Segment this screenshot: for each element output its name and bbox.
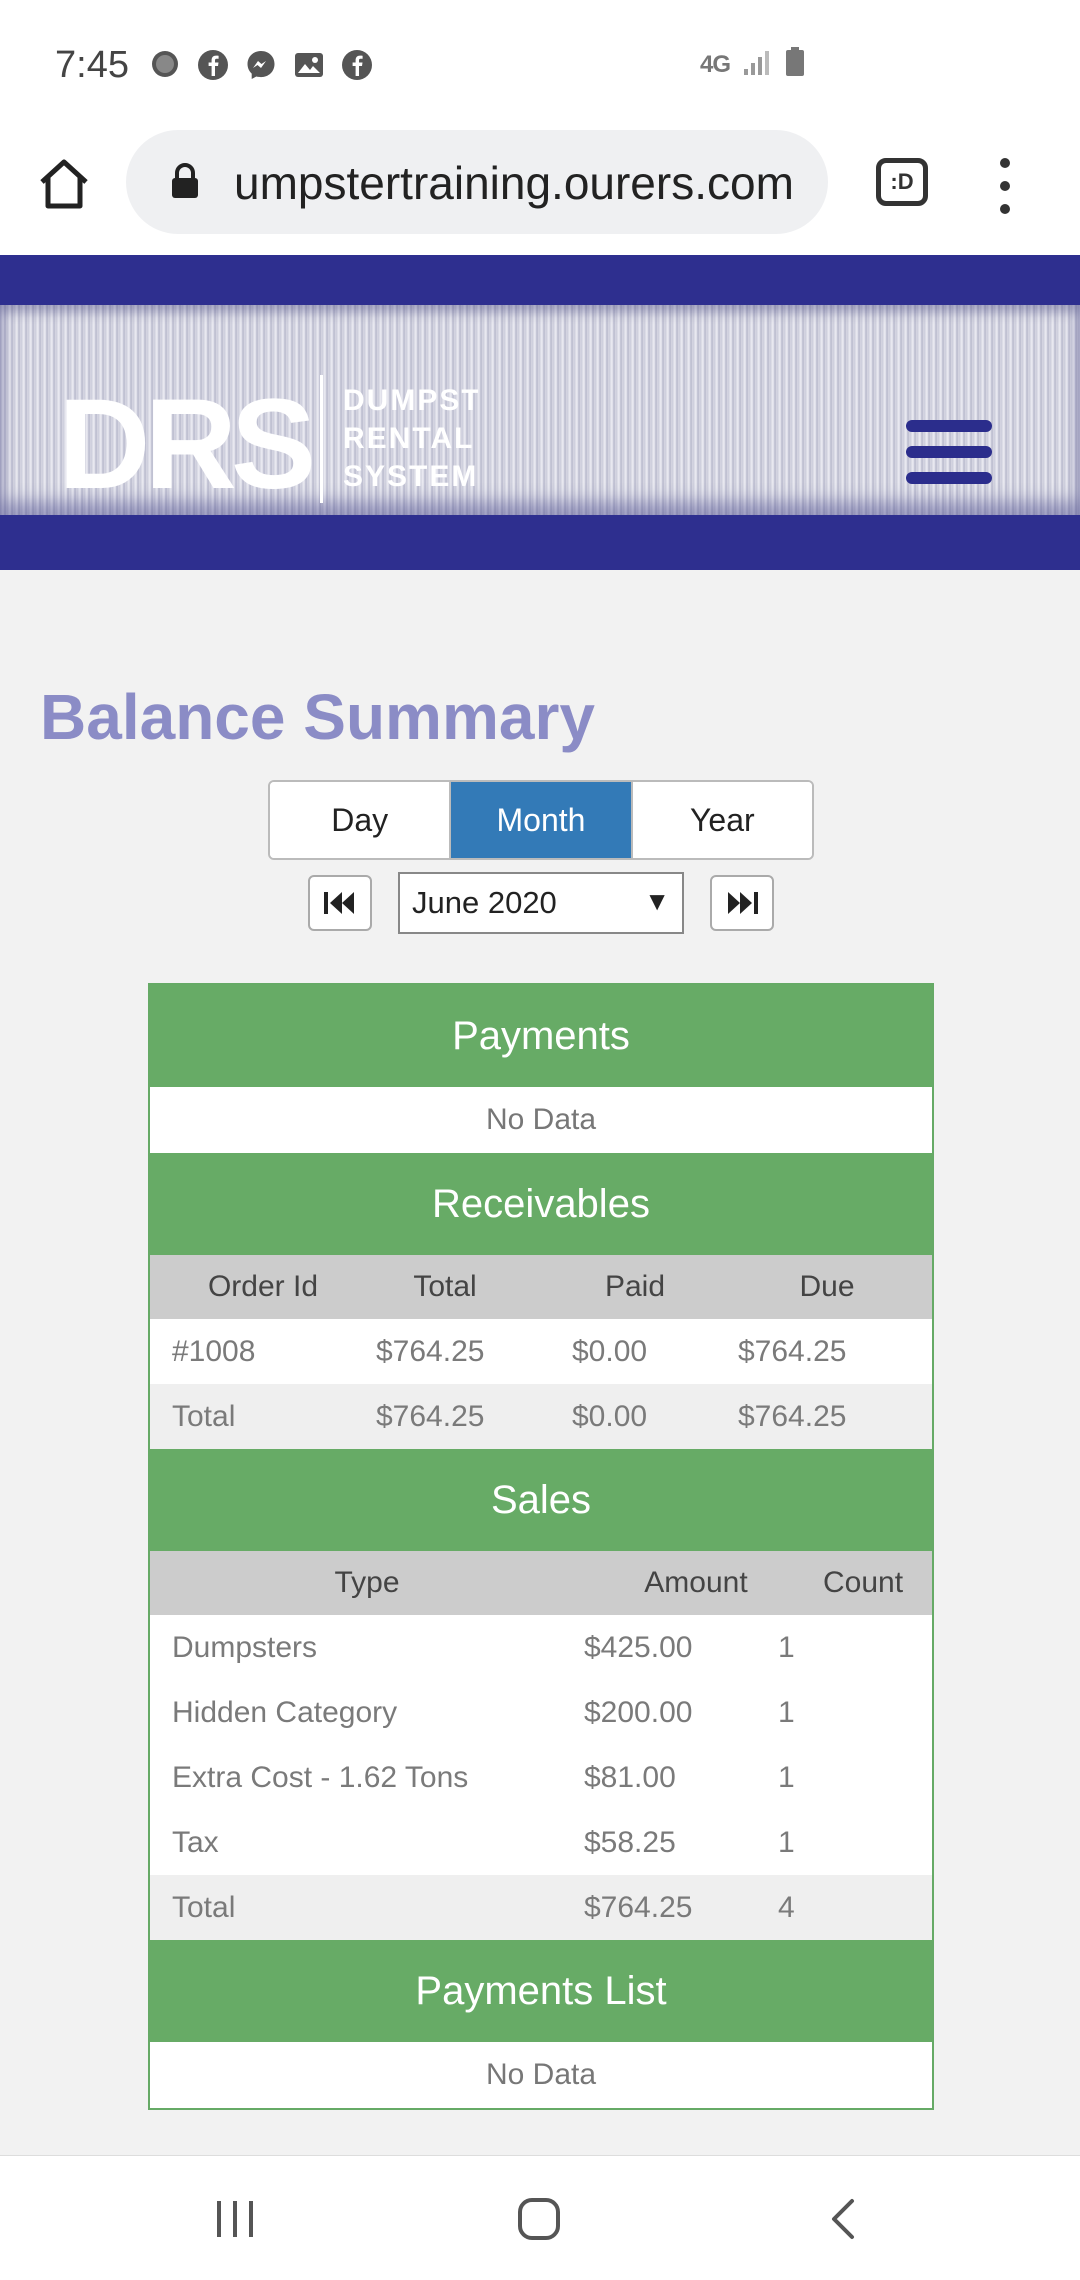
table-row: Tax $58.25 1 — [150, 1810, 932, 1875]
due-cell: $764.25 — [738, 1399, 847, 1433]
column-type: Type — [334, 1566, 400, 1599]
hamburger-bar — [906, 446, 992, 458]
count-cell: 1 — [778, 1825, 795, 1859]
amount-cell: $200.00 — [584, 1695, 693, 1729]
sales-header: Sales — [150, 1449, 932, 1551]
table-row: Extra Cost - 1.62 Tons $81.00 1 — [150, 1745, 932, 1810]
receivables-total-row: Total $764.25 $0.00 $764.25 — [150, 1384, 932, 1449]
amount-cell: $425.00 — [584, 1630, 693, 1664]
table-row: #1008 $764.25 $0.00 $764.25 — [150, 1319, 932, 1384]
column-amount: Amount — [644, 1566, 748, 1599]
page-title: Balance Summary — [40, 681, 595, 753]
facebook-icon — [340, 48, 374, 82]
next-period-button[interactable] — [710, 875, 774, 931]
rewind-icon — [324, 892, 354, 914]
amount-cell: $81.00 — [584, 1760, 676, 1794]
total-cell: $764.25 — [376, 1334, 485, 1368]
recent-apps-button[interactable] — [210, 2194, 260, 2244]
lock-icon — [170, 162, 200, 205]
logo-tagline-2: RENTAL — [343, 422, 474, 455]
network-4g-icon: 4G — [700, 50, 731, 78]
type-cell: Hidden Category — [172, 1695, 398, 1729]
table-row: Dumpsters $425.00 1 — [150, 1615, 932, 1680]
messenger-icon — [244, 48, 278, 82]
balance-report: Payments No Data Receivables Order Id To… — [148, 983, 934, 2110]
total-label: Total — [172, 1399, 236, 1433]
total-label: Total — [172, 1890, 236, 1924]
status-bar: 7:45 4G — [0, 0, 1080, 130]
count-cell: 1 — [778, 1695, 795, 1729]
tabs-button[interactable]: :D — [876, 158, 928, 206]
sales-total-row: Total $764.25 4 — [150, 1875, 932, 1940]
hamburger-bar — [906, 472, 992, 484]
notification-icons — [148, 48, 374, 82]
browser-toolbar: umpstertraining.ourers.com :D — [0, 130, 1080, 255]
menu-dot — [1000, 181, 1010, 191]
system-navigation-bar — [0, 2155, 1080, 2280]
back-button[interactable] — [818, 2194, 868, 2244]
count-cell: 1 — [778, 1760, 795, 1794]
column-due: Due — [799, 1270, 855, 1303]
previous-period-button[interactable] — [308, 875, 372, 931]
payments-header: Payments — [150, 985, 932, 1087]
paid-cell: $0.00 — [572, 1399, 648, 1433]
payments-list-header: Payments List — [150, 1940, 932, 2042]
url-text: umpstertraining.ourers.com — [234, 157, 794, 209]
site-header: DRS DUMPSTER RENTAL SYSTEMS — [0, 255, 1080, 570]
fast-forward-icon — [728, 892, 758, 914]
type-cell: Tax — [172, 1825, 219, 1859]
table-row: Hidden Category $200.00 1 — [150, 1680, 932, 1745]
count-cell: 1 — [778, 1630, 795, 1664]
receivables-header: Receivables — [150, 1153, 932, 1255]
address-bar[interactable]: umpstertraining.ourers.com — [126, 130, 828, 234]
gallery-icon — [292, 48, 326, 82]
order-id-cell: #1008 — [172, 1334, 256, 1368]
column-paid: Paid — [604, 1270, 666, 1303]
facebook-icon — [196, 48, 230, 82]
back-icon — [832, 2199, 854, 2239]
receivables-column-header: Order Id Total Paid Due — [150, 1255, 932, 1319]
selected-month: June 2020 — [412, 885, 557, 920]
hamburger-bar — [906, 420, 992, 432]
battery-icon — [784, 46, 806, 83]
amount-cell: $764.25 — [584, 1890, 693, 1924]
month-select[interactable]: June 2020 ▼ — [398, 872, 684, 934]
menu-dot — [1000, 204, 1010, 214]
dropdown-arrow-icon: ▼ — [644, 886, 670, 916]
payments-list-empty: No Data — [150, 2042, 932, 2108]
status-time: 7:45 — [55, 44, 129, 86]
due-cell: $764.25 — [738, 1334, 847, 1368]
column-count: Count — [822, 1566, 904, 1599]
logo-letters: DRS — [58, 373, 312, 510]
type-cell: Extra Cost - 1.62 Tons — [172, 1760, 469, 1794]
count-cell: 4 — [778, 1890, 795, 1924]
drs-logo: DRS DUMPSTER RENTAL SYSTEMS — [58, 373, 478, 510]
menu-dot — [1000, 158, 1010, 168]
recent-apps-icon — [217, 2201, 253, 2237]
type-cell: Dumpsters — [172, 1630, 318, 1664]
hamburger-menu-button[interactable] — [906, 420, 992, 484]
sales-column-header: Type Amount Count — [150, 1551, 932, 1615]
chat-bubble-icon — [148, 48, 182, 82]
signal-icon — [742, 47, 772, 82]
tab-year[interactable]: Year — [632, 782, 812, 858]
home-button[interactable] — [32, 152, 96, 216]
logo-tagline-1: DUMPSTER — [343, 384, 478, 417]
tab-month[interactable]: Month — [451, 782, 633, 858]
logo-tagline-3: SYSTEMS — [343, 460, 478, 493]
browser-menu-button[interactable] — [990, 158, 1020, 214]
paid-cell: $0.00 — [572, 1334, 648, 1368]
column-total: Total — [413, 1270, 477, 1303]
amount-cell: $58.25 — [584, 1825, 676, 1859]
column-order-id: Order Id — [207, 1270, 319, 1303]
home-icon — [40, 159, 88, 209]
period-selector: Day Month Year — [268, 780, 814, 860]
home-nav-button[interactable] — [514, 2194, 564, 2244]
payments-empty: No Data — [150, 1087, 932, 1153]
tab-day[interactable]: Day — [270, 782, 452, 858]
header-banner: DRS DUMPSTER RENTAL SYSTEMS — [0, 305, 1080, 515]
system-icons: 4G — [700, 46, 806, 83]
home-circle-icon — [518, 2198, 560, 2240]
total-cell: $764.25 — [376, 1399, 485, 1433]
